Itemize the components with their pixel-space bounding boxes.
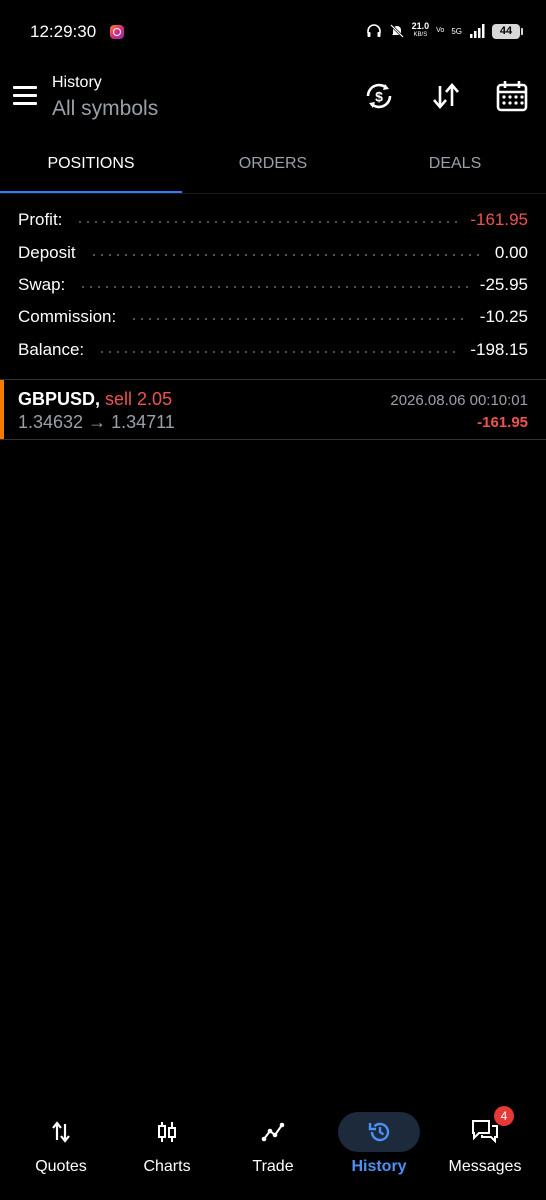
nav-label: Quotes (35, 1158, 87, 1175)
leader-dots (98, 350, 459, 353)
history-clock-icon (338, 1112, 420, 1152)
leader-dots (130, 318, 468, 321)
summary-value: -198.15 (470, 339, 528, 359)
network-speed: 21.0 KB/S (411, 21, 430, 39)
svg-text:$: $ (375, 89, 383, 105)
position-time: 2026.08.06 00:10:01 (390, 392, 528, 409)
position-row[interactable]: GBPUSD, sell 2.05 1.34632 → 1.34711 2026… (0, 380, 546, 439)
status-icons: 21.0 KB/S Vo 5G 44 (366, 21, 523, 40)
nav-charts[interactable]: Charts (114, 1110, 220, 1190)
summary-value: -25.95 (479, 274, 528, 294)
summary-row-deposit: Deposit 0.00 (18, 236, 528, 268)
position-prices: 1.34632 → 1.34711 (18, 412, 175, 432)
summary-row-commission: Commission: -10.25 (18, 301, 528, 333)
leader-dots (76, 221, 459, 224)
summary-value: -161.95 (470, 210, 528, 230)
currency-exchange-icon[interactable]: $ (361, 78, 397, 114)
candlestick-icon (126, 1112, 208, 1152)
messages-badge: 4 (494, 1106, 514, 1126)
bottom-navigation: Quotes Charts Trade History 4 Messages (0, 1100, 546, 1200)
tab-orders[interactable]: ORDERS (182, 140, 364, 194)
trade-line-icon (232, 1112, 314, 1152)
summary-panel: Profit: -161.95 Deposit 0.00 Swap: -25.9… (18, 204, 528, 366)
symbol-filter[interactable]: All symbols (52, 97, 158, 121)
status-bar: 12:29:30 21.0 KB/S Vo 5G 44 (0, 0, 546, 64)
nav-label: History (351, 1158, 407, 1175)
status-time: 12:29:30 (30, 22, 97, 41)
messages-icon: 4 (444, 1106, 526, 1152)
summary-value: -10.25 (479, 307, 528, 327)
summary-label: Commission: (18, 307, 117, 327)
nav-trade[interactable]: Trade (220, 1110, 326, 1190)
sort-icon[interactable] (428, 78, 464, 114)
nav-label: Messages (448, 1158, 522, 1175)
page-title: History (52, 74, 102, 91)
list-divider-bottom (0, 439, 546, 440)
tab-deals[interactable]: DEALS (364, 140, 546, 194)
summary-label: Balance: (18, 339, 85, 359)
summary-row-balance: Balance: -198.15 (18, 334, 528, 366)
nav-messages[interactable]: 4 Messages (432, 1106, 538, 1190)
nav-quotes[interactable]: Quotes (8, 1110, 114, 1190)
position-profit: -161.95 (477, 414, 528, 431)
tabs-divider (0, 193, 546, 194)
app-header: History All symbols $ (0, 64, 546, 134)
calendar-icon[interactable] (494, 78, 530, 114)
signal-icon (470, 24, 485, 38)
quotes-arrows-icon (20, 1112, 102, 1152)
history-tabs: POSITIONS ORDERS DEALS (0, 140, 546, 194)
headphones-icon (366, 24, 381, 37)
instagram-notification-icon (110, 25, 124, 39)
summary-label: Swap: (18, 274, 66, 294)
bell-muted-icon (389, 24, 404, 38)
position-side: sell 2.05 (105, 389, 173, 409)
nav-history[interactable]: History (326, 1110, 432, 1190)
summary-value: 0.00 (494, 242, 528, 262)
summary-row-swap: Swap: -25.95 (18, 269, 528, 301)
leader-dots (79, 285, 468, 288)
volte-indicator: Vo (436, 27, 445, 34)
menu-icon[interactable] (13, 86, 37, 106)
nav-label: Trade (252, 1158, 294, 1175)
summary-row-profit: Profit: -161.95 (18, 204, 528, 236)
summary-label: Deposit (18, 242, 76, 262)
position-symbol: GBPUSD, sell 2.05 (18, 389, 173, 409)
nav-label: Charts (143, 1158, 191, 1175)
network-type: 5G (451, 26, 462, 36)
leader-dots (89, 253, 483, 256)
position-marker (0, 380, 4, 439)
summary-label: Profit: (18, 210, 63, 230)
battery-icon: 44 (492, 23, 523, 39)
tab-positions[interactable]: POSITIONS (0, 140, 182, 194)
